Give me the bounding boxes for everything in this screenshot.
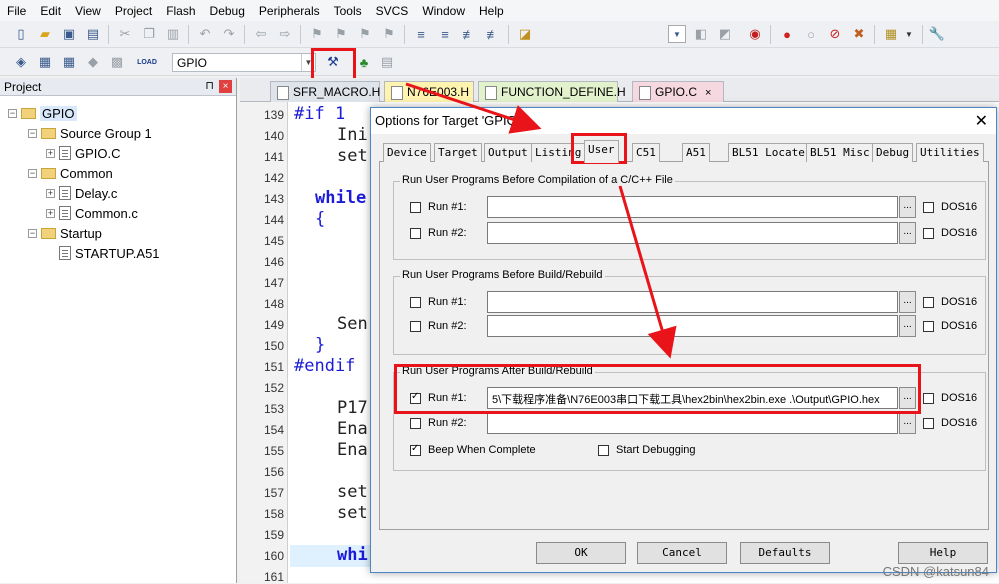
arrow-to-user-tab <box>405 82 542 134</box>
watermark: CSDN @katsun84 <box>882 564 989 579</box>
arrow-to-after-build <box>618 185 677 359</box>
tab-user[interactable]: User <box>584 140 619 163</box>
annotation-arrows <box>405 82 677 359</box>
